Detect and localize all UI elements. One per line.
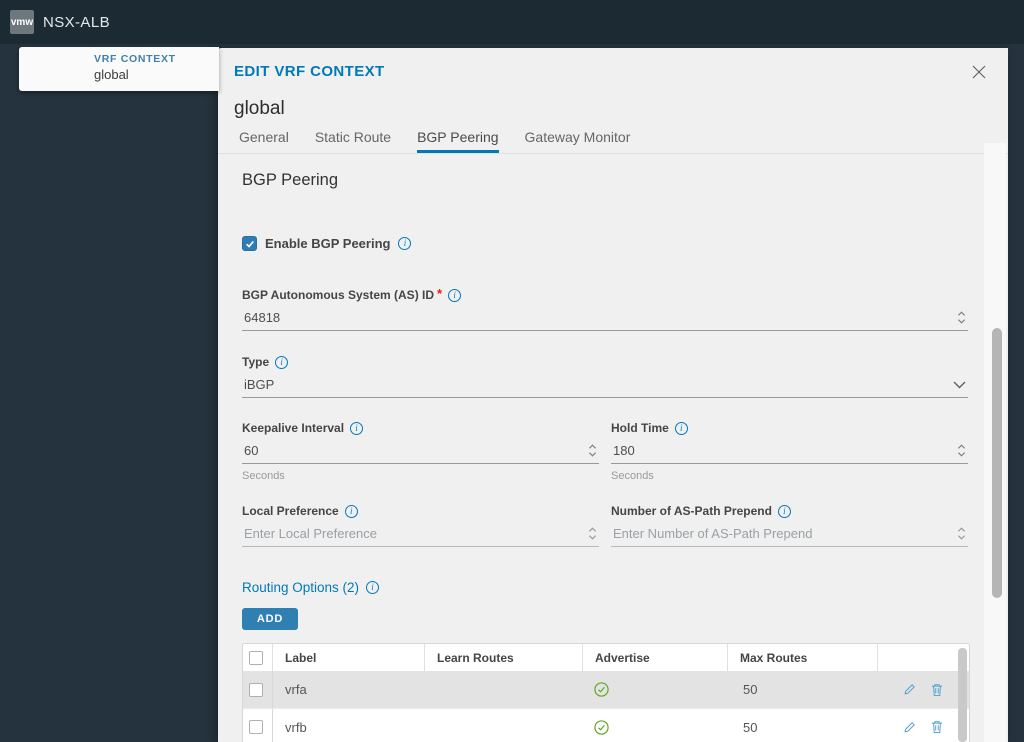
advertise-check-icon — [594, 719, 609, 735]
routing-options-heading: Routing Options (2) — [242, 580, 360, 595]
info-icon[interactable]: i — [448, 288, 462, 302]
number-stepper-icon[interactable] — [957, 310, 966, 325]
keepalive-helper: Seconds — [242, 470, 285, 482]
as-id-label: BGP Autonomous System (AS) ID — [242, 288, 435, 302]
keepalive-input[interactable] — [244, 443, 588, 458]
top-bar: vmw NSX-ALB — [0, 0, 1024, 44]
tab-static-route[interactable]: Static Route — [315, 129, 391, 153]
table-header-row: Label Learn Routes Advertise Max Routes — [243, 644, 969, 671]
modal-scrollbar[interactable] — [992, 328, 1002, 598]
as-path-prepend-input[interactable] — [613, 526, 957, 541]
hold-time-input[interactable] — [613, 443, 957, 458]
number-stepper-icon[interactable] — [588, 443, 597, 458]
info-icon[interactable]: i — [344, 504, 358, 518]
info-icon[interactable]: i — [350, 421, 364, 435]
select-all-checkbox[interactable] — [249, 650, 263, 665]
table-row[interactable]: vrfa 50 — [243, 671, 969, 708]
edit-icon[interactable] — [903, 683, 916, 696]
row-max-routes: 50 — [743, 682, 758, 697]
enable-bgp-peering-checkbox[interactable] — [242, 236, 257, 251]
bgp-peering-panel: BGP Peering Enable BGP Peering i BGP Aut… — [218, 171, 1008, 742]
vrf-context-label: VRF CONTEXT — [94, 53, 176, 65]
as-id-input[interactable] — [244, 310, 957, 325]
number-stepper-icon[interactable] — [588, 526, 597, 541]
vmware-logo[interactable]: vmw — [10, 10, 34, 34]
tab-general[interactable]: General — [239, 129, 289, 153]
info-icon[interactable]: i — [777, 504, 791, 518]
modal-title: EDIT VRF CONTEXT — [234, 63, 385, 80]
row-label: vrfa — [272, 671, 424, 708]
hold-time-label: Hold Time — [611, 421, 669, 435]
app-title: NSX-ALB — [43, 13, 110, 31]
row-advertise — [582, 682, 727, 697]
row-checkbox[interactable] — [249, 720, 263, 734]
table-row[interactable]: vrfb 50 — [243, 708, 969, 742]
table-scrollbar[interactable] — [958, 648, 967, 742]
row-advertise — [582, 719, 727, 735]
tab-bgp-peering[interactable]: BGP Peering — [417, 129, 499, 153]
vrf-context-card[interactable]: VRF CONTEXT global — [19, 47, 219, 91]
modal-subtitle: global — [234, 98, 285, 119]
type-select-value[interactable] — [244, 377, 953, 392]
column-header-max-routes[interactable]: Max Routes — [727, 644, 877, 671]
info-icon[interactable]: i — [275, 355, 289, 369]
keepalive-label: Keepalive Interval — [242, 421, 345, 435]
required-marker: * — [437, 285, 443, 301]
row-max-routes: 50 — [743, 719, 758, 735]
local-preference-input[interactable] — [244, 526, 588, 541]
number-stepper-icon[interactable] — [957, 443, 966, 458]
as-path-prepend-label: Number of AS-Path Prepend — [611, 504, 772, 518]
chevron-down-icon — [953, 381, 966, 388]
column-header-learn-routes[interactable]: Learn Routes — [424, 644, 582, 671]
hold-time-helper: Seconds — [611, 470, 654, 482]
local-preference-label: Local Preference — [242, 504, 339, 518]
close-icon[interactable] — [970, 63, 988, 81]
type-select[interactable] — [242, 372, 968, 398]
edit-vrf-context-modal: EDIT VRF CONTEXT global General Static R… — [218, 48, 1008, 742]
tab-gateway-monitor[interactable]: Gateway Monitor — [525, 129, 631, 153]
delete-icon[interactable] — [931, 683, 943, 697]
column-header-advertise[interactable]: Advertise — [582, 644, 727, 671]
edit-icon[interactable] — [903, 721, 916, 734]
row-checkbox[interactable] — [249, 682, 263, 697]
info-icon[interactable]: i — [366, 581, 380, 594]
tab-bar: General Static Route BGP Peering Gateway… — [218, 129, 1008, 154]
vrf-context-value: global — [94, 67, 129, 82]
number-stepper-icon[interactable] — [957, 526, 966, 541]
delete-icon[interactable] — [931, 720, 943, 734]
info-icon[interactable]: i — [674, 421, 688, 435]
column-header-label[interactable]: Label — [272, 644, 424, 671]
routing-options-table: Label Learn Routes Advertise Max Routes … — [242, 643, 970, 742]
enable-bgp-peering-label: Enable BGP Peering — [265, 236, 391, 251]
advertise-check-icon — [594, 682, 609, 697]
info-icon[interactable]: i — [398, 237, 412, 250]
section-heading: BGP Peering — [242, 171, 339, 189]
row-label: vrfb — [272, 709, 424, 742]
type-label: Type — [242, 355, 270, 369]
add-button[interactable]: ADD — [242, 608, 298, 630]
